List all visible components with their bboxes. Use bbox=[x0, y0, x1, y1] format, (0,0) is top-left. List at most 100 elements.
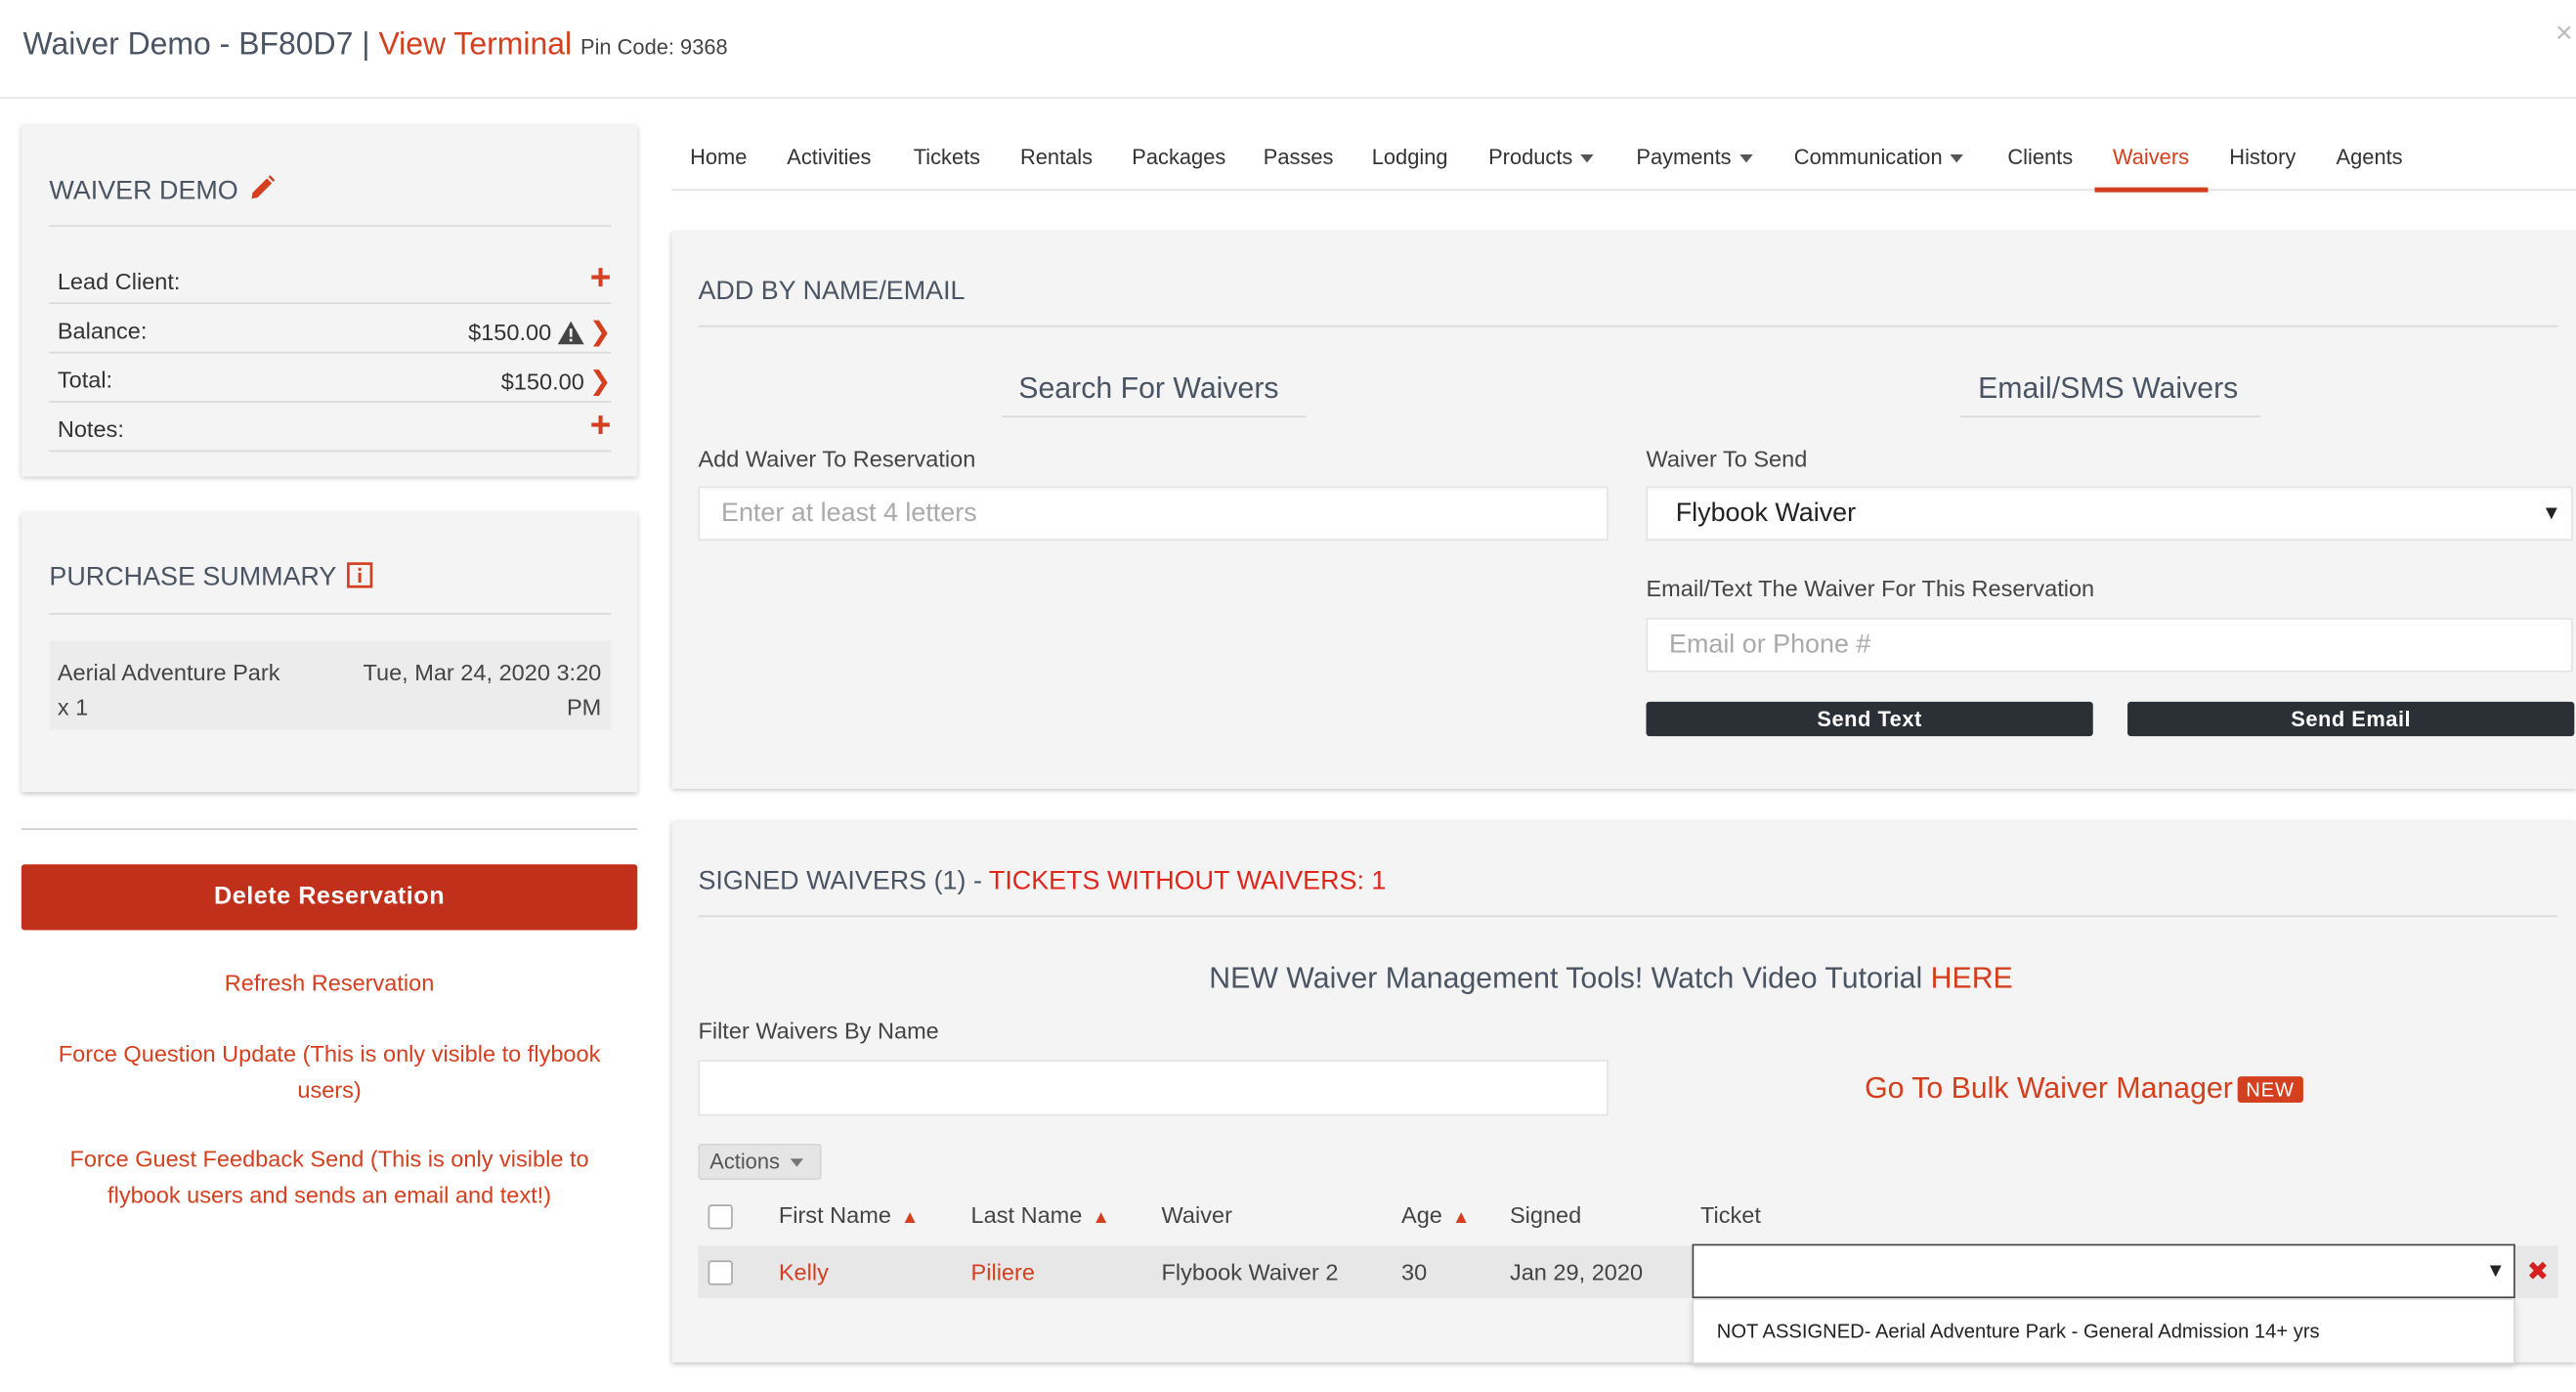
age-cell: 30 bbox=[1400, 1258, 1428, 1285]
tab-packages[interactable]: Packages bbox=[1132, 145, 1225, 169]
caret-down-icon bbox=[1580, 154, 1595, 163]
force-question-update-link[interactable]: Force Question Update (This is only visi… bbox=[21, 1035, 637, 1108]
tickets-without-waivers: TICKETS WITHOUT WAIVERS: 1 bbox=[988, 867, 1387, 896]
tab-rentals[interactable]: Rentals bbox=[1020, 145, 1093, 169]
add-by-name-title: ADD BY NAME/EMAIL bbox=[698, 278, 966, 306]
column-first-name[interactable]: First Name ▲︎ bbox=[779, 1201, 919, 1228]
waiver-to-send-select[interactable]: Flybook Waiver ▼ bbox=[1646, 486, 2573, 542]
purchase-item-date-wrap: Tue, Mar 24, 2020 3:20 PM bbox=[363, 656, 601, 725]
add-notes-plus-icon[interactable]: + bbox=[590, 407, 612, 443]
notes-label: Notes: bbox=[57, 415, 124, 443]
ticket-select[interactable]: ▼ bbox=[1692, 1243, 2515, 1299]
column-last-name[interactable]: Last Name ▲︎ bbox=[971, 1201, 1110, 1228]
reservation-title: Waiver Demo - BF80D7 | View Terminal Pin… bbox=[23, 28, 728, 65]
lead-client-label: Lead Client: bbox=[57, 268, 181, 294]
search-waivers-heading: Search For Waivers bbox=[1018, 370, 1279, 405]
select-arrow-icon: ▼ bbox=[2541, 500, 2561, 525]
balance-value: $150.00 ❯ bbox=[468, 316, 611, 349]
purchase-item-qty: x 1 bbox=[57, 693, 89, 720]
purchase-item[interactable]: Aerial Adventure Park x 1 Tue, Mar 24, 2… bbox=[49, 640, 612, 730]
actions-dropdown-button[interactable]: Actions bbox=[698, 1144, 822, 1181]
column-age[interactable]: Age ▲︎ bbox=[1401, 1201, 1470, 1228]
bulk-waiver-manager-link[interactable]: Go To Bulk Waiver Manager NEW bbox=[1865, 1071, 2303, 1106]
tab-payments[interactable]: Payments bbox=[1636, 144, 1753, 170]
purchase-item-time-suffix: PM bbox=[566, 693, 602, 720]
total-value: $150.00 ❯ bbox=[501, 365, 612, 398]
summary-title-wrap: WAIVER DEMO bbox=[49, 174, 277, 207]
promo-text: NEW Waiver Management Tools! Watch Video… bbox=[1209, 961, 1923, 995]
tab-lodging[interactable]: Lodging bbox=[1372, 145, 1448, 169]
info-icon[interactable] bbox=[347, 562, 373, 588]
lead-client-value: + bbox=[585, 259, 612, 295]
select-all-checkbox[interactable] bbox=[708, 1204, 733, 1230]
total-label: Total: bbox=[57, 366, 113, 393]
signed-section-divider bbox=[698, 915, 2558, 918]
tab-clients[interactable]: Clients bbox=[2007, 145, 2073, 169]
search-heading-underline bbox=[1002, 415, 1307, 418]
add-waiver-search-input[interactable]: Enter at least 4 letters bbox=[698, 486, 1609, 542]
balance-chevron-right-icon[interactable]: ❯ bbox=[589, 316, 612, 349]
video-tutorial-link[interactable]: HERE bbox=[1931, 961, 2013, 994]
tab-products-label: Products bbox=[1488, 144, 1573, 170]
title-separator: | bbox=[362, 27, 370, 63]
pencil-icon[interactable] bbox=[249, 174, 278, 202]
force-feedback-line-1: Force Guest Feedback Send (This is only … bbox=[69, 1145, 589, 1172]
delete-reservation-button[interactable]: Delete Reservation bbox=[21, 864, 638, 931]
reservation-page: Waiver Demo - BF80D7 | View Terminal Pin… bbox=[0, 0, 2576, 1392]
ticket-dropdown-option[interactable]: NOT ASSIGNED- Aerial Adventure Park - Ge… bbox=[1692, 1298, 2515, 1365]
tab-communication[interactable]: Communication bbox=[1794, 145, 1964, 169]
tab-tickets[interactable]: Tickets bbox=[914, 145, 980, 169]
signed-waivers-title: SIGNED WAIVERS (1) - TICKETS WITHOUT WAI… bbox=[698, 868, 1386, 897]
new-badge: NEW bbox=[2237, 1076, 2303, 1104]
send-text-button[interactable]: Send Text bbox=[1646, 701, 2093, 737]
column-ticket: Ticket bbox=[1699, 1200, 1761, 1228]
sort-icon: ▲︎ bbox=[1451, 1207, 1471, 1228]
caret-down-icon bbox=[790, 1158, 803, 1167]
filter-waivers-input[interactable] bbox=[698, 1060, 1609, 1116]
notes-value: + bbox=[585, 407, 612, 443]
total-amount: $150.00 bbox=[500, 368, 584, 395]
caret-down-icon bbox=[1951, 154, 1964, 163]
tab-agents[interactable]: Agents bbox=[2337, 145, 2403, 169]
actions-label: Actions bbox=[709, 1149, 780, 1174]
column-waiver: Waiver bbox=[1161, 1200, 1232, 1228]
purchase-summary-title: PURCHASE SUMMARY bbox=[49, 563, 336, 592]
reservation-name: Waiver Demo - BF80D7 bbox=[22, 27, 354, 63]
tab-home[interactable]: Home bbox=[690, 145, 747, 169]
bulk-waiver-manager-label: Go To Bulk Waiver Manager bbox=[1865, 1071, 2233, 1105]
add-lead-client-plus-icon[interactable]: + bbox=[590, 259, 612, 295]
first-name-cell[interactable]: Kelly bbox=[779, 1259, 829, 1285]
row-checkbox[interactable] bbox=[708, 1260, 733, 1285]
waiver-to-send-label: Waiver To Send bbox=[1646, 445, 1808, 472]
refresh-reservation-link[interactable]: Refresh Reservation bbox=[21, 965, 637, 1001]
summary-row-lead-client: Lead Client: + bbox=[49, 255, 612, 305]
page-header: Waiver Demo - BF80D7 | View Terminal Pin… bbox=[0, 0, 2576, 99]
summary-title: WAIVER DEMO bbox=[49, 177, 238, 206]
tab-activities[interactable]: Activities bbox=[787, 145, 871, 169]
waiver-to-send-value: Flybook Waiver bbox=[1675, 500, 1857, 528]
filter-waivers-label: Filter Waivers By Name bbox=[698, 1017, 939, 1044]
view-terminal-link[interactable]: View Terminal bbox=[378, 28, 572, 63]
force-guest-feedback-link[interactable]: Force Guest Feedback Send (This is only … bbox=[21, 1141, 637, 1213]
column-first-name-label: First Name bbox=[778, 1200, 891, 1228]
total-chevron-right-icon[interactable]: ❯ bbox=[589, 365, 612, 398]
tab-passes[interactable]: Passes bbox=[1264, 145, 1334, 169]
force-question-line-1: Force Question Update (This is only visi… bbox=[58, 1040, 601, 1067]
purchase-item-name-wrap: Aerial Adventure Park x 1 bbox=[58, 656, 280, 725]
pin-code: Pin Code: 9368 bbox=[580, 34, 728, 60]
tab-payments-label: Payments bbox=[1636, 144, 1732, 170]
summary-divider bbox=[49, 225, 612, 227]
tab-communication-label: Communication bbox=[1793, 144, 1943, 170]
balance-amount: $150.00 bbox=[468, 319, 552, 346]
tab-history[interactable]: History bbox=[2229, 145, 2296, 169]
add-waiver-label: Add Waiver To Reservation bbox=[698, 445, 976, 472]
send-email-button[interactable]: Send Email bbox=[2127, 701, 2575, 737]
email-or-phone-input[interactable]: Email or Phone # bbox=[1646, 618, 2573, 673]
remove-ticket-x-icon[interactable]: ✖ bbox=[2527, 1255, 2550, 1288]
purchase-summary-divider bbox=[49, 613, 612, 615]
last-name-cell[interactable]: Piliere bbox=[971, 1259, 1035, 1285]
tab-waivers[interactable]: Waivers bbox=[2113, 145, 2189, 169]
column-signed: Signed bbox=[1509, 1200, 1582, 1228]
close-icon[interactable]: × bbox=[2555, 17, 2573, 51]
tab-products[interactable]: Products bbox=[1488, 144, 1595, 170]
